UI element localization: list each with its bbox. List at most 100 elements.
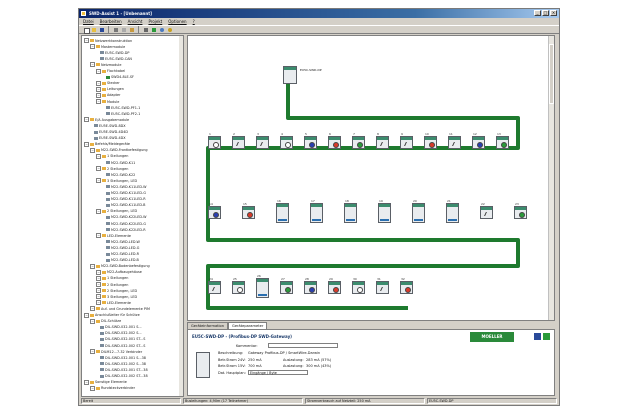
master-gateway-module[interactable] [283,66,297,84]
tree-item[interactable]: − Befehls/Meldegeräte [84,141,130,147]
print-button[interactable] [142,26,149,33]
expand-toggle-icon[interactable] [102,76,105,79]
menu-datei[interactable]: Datei [83,19,94,24]
swd-module[interactable]: 27 [280,277,293,294]
expand-toggle-icon[interactable] [102,228,105,231]
swd-module[interactable]: 25 [232,277,245,294]
swd-module[interactable]: 12 [472,132,485,149]
tree-item[interactable]: − E/A Ausgabemodule [84,117,129,123]
expand-toggle-icon[interactable]: − [96,288,101,294]
tree-item[interactable]: − LED-Elemente [96,233,131,239]
tree-item[interactable]: DIL-SWD-032-002 ST...S [96,343,145,348]
expand-toggle-icon[interactable]: − [96,86,101,92]
expand-toggle-icon[interactable] [102,216,105,219]
expand-toggle-icon[interactable] [102,246,105,249]
info-icon[interactable] [534,333,541,340]
tree-item[interactable]: M22-SWD-K11LED-W [102,184,146,189]
tree-item[interactable]: − DILM12...7-32 Verbinder [90,349,142,355]
tree-scrollbar[interactable] [179,36,183,396]
hauptplan-dropdown[interactable]: Eingänge / Byte [248,370,308,375]
expand-toggle-icon[interactable]: − [96,68,101,74]
swd-module[interactable]: 19 [378,199,391,223]
expand-toggle-icon[interactable] [102,185,105,188]
tree-item[interactable]: − Stecker [96,80,120,86]
expand-toggle-icon[interactable]: − [84,312,89,318]
expand-toggle-icon[interactable]: − [90,349,95,355]
swd-module[interactable]: 28 [304,277,317,294]
maximize-button[interactable]: □ [542,10,549,16]
expand-toggle-icon[interactable] [96,362,99,365]
swd-module[interactable]: 21 [446,199,459,223]
tree-item[interactable]: − Anschlußleiter für Schütze [84,312,140,318]
expand-toggle-icon[interactable] [102,253,105,256]
expand-toggle-icon[interactable] [96,356,99,359]
tree-item[interactable]: M22-SWD-K11LED-R [102,197,146,202]
tree-item[interactable]: − Flachkabel [96,68,125,74]
tree-item[interactable]: EU5C-SWD-PF2-1 [102,111,140,116]
swd-module[interactable]: 6 [328,132,341,149]
expand-toggle-icon[interactable]: − [96,208,101,214]
tree-item[interactable]: − 1 Stellungen [96,275,128,281]
swd-module[interactable]: 15 [242,202,255,219]
expand-toggle-icon[interactable] [102,240,105,243]
expand-toggle-icon[interactable]: − [84,38,89,43]
expand-toggle-icon[interactable]: − [90,147,95,153]
expand-toggle-icon[interactable]: − [96,300,101,306]
tree-item[interactable]: − LED-Elemente [96,300,131,306]
tree-item[interactable]: DIL-SWD-032-001 S...38 [96,355,146,360]
tree-item[interactable]: − 2 Stellungen, LED [96,288,137,294]
save-button[interactable] [98,26,105,33]
swd-module[interactable]: 11 [448,132,461,149]
swd-module[interactable]: 14 [208,202,221,219]
swd-module[interactable]: 7 [352,132,365,149]
new-file-button[interactable] [82,26,90,34]
expand-toggle-icon[interactable]: − [90,318,95,324]
swd-module[interactable]: 8 [376,132,389,149]
tree-item[interactable]: DIL-SWD-032-002 S... [96,331,142,336]
tree-item[interactable]: − M22-Aufbaugehäuse [96,269,142,275]
tree-item[interactable]: − DIL-Schütze [90,318,121,324]
tree-item[interactable]: DIL-SWD-032-001 ST...S [96,337,145,342]
tree-item[interactable]: M22-SWD-K11 [102,160,135,165]
tree-item[interactable]: − Sonstige Elemente [84,379,127,385]
expand-toggle-icon[interactable]: − [96,99,101,104]
tree-item[interactable]: − 3 Stellungen, LED [96,178,137,184]
close-button[interactable]: × [550,10,557,16]
tree-item[interactable]: M22-SWD-LED-B [102,258,139,263]
swd-module[interactable]: 1 [208,132,221,149]
tree-item[interactable]: DIL-SWD-032-002 S...38 [96,361,146,366]
expand-toggle-icon[interactable] [102,198,105,201]
expand-toggle-icon[interactable]: − [90,385,95,391]
tree-item[interactable]: M22-SWD-K22LED-W [102,215,146,220]
swd-module[interactable]: 3 [256,132,269,149]
menu-bearbeiten[interactable]: Bearbeiten [100,19,122,24]
expand-toggle-icon[interactable]: − [96,294,101,300]
expand-toggle-icon[interactable]: − [84,379,89,385]
tree-item[interactable]: − 2 Stellungen [96,282,128,287]
swd-module[interactable]: 24 [208,277,221,294]
tree-item[interactable]: − 1 Stellungen [96,153,128,159]
tree-item[interactable]: EU5C-SWD-PF1-1 [102,105,140,110]
tree-item[interactable]: − Auf- und Grundelemente PIM [90,306,150,312]
tree-item[interactable]: − Netzmodule [90,62,121,68]
tree-item[interactable]: DIL-SWD-032-001 S... [96,325,142,330]
tree-item[interactable]: EU5E-SWD-4DX [90,136,126,141]
diagram-scrollbar[interactable] [548,36,554,320]
expand-toggle-icon[interactable] [96,51,99,54]
copy-button[interactable] [120,26,127,33]
menu-optionen[interactable]: Optionen [168,19,186,24]
tree-item[interactable]: DIL-SWD-032-001 ST...38 [96,367,148,372]
swd-module[interactable]: 31 [376,277,389,294]
expand-toggle-icon[interactable]: − [84,141,89,147]
cut-button[interactable] [112,26,119,33]
expand-toggle-icon[interactable]: − [96,153,101,159]
expand-toggle-icon[interactable] [90,124,93,127]
tree-item[interactable]: − Rundsteckverbinder [90,385,135,391]
expand-toggle-icon[interactable]: − [96,233,101,239]
tree-item[interactable]: EU5E-SWD-8DX [90,123,126,128]
menu-ansicht[interactable]: Ansicht [128,19,143,24]
kommentar-input[interactable] [268,343,338,348]
tree-item[interactable]: DIL-SWD-032-002 ST...38 [96,374,148,379]
expand-toggle-icon[interactable] [96,326,99,329]
expand-toggle-icon[interactable] [90,137,93,140]
